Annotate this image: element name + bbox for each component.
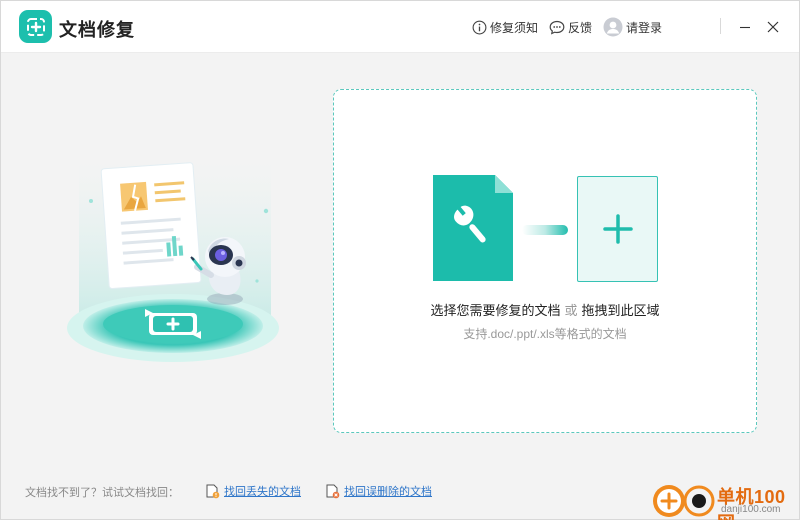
title-bar: 文档修复 修复须知 反馈 请登录: [1, 1, 799, 53]
recover-lost-docs-link[interactable]: 找回丢失的文档: [206, 482, 301, 500]
close-button[interactable]: [761, 15, 785, 39]
document-wrench-icon: [433, 175, 513, 286]
recover-lost-label: 找回丢失的文档: [224, 486, 301, 498]
app-window: 文档修复 修复须知 反馈 请登录 选择您需要修复的文档 或 拖拽到此区域 支持.…: [0, 0, 800, 520]
app-title: 文档修复: [59, 20, 135, 40]
watermark-logo-icon: [653, 485, 715, 517]
minimize-icon: [740, 26, 750, 29]
plus-icon: [602, 214, 633, 244]
feedback-label: 反馈: [568, 20, 593, 35]
feedback-button[interactable]: 反馈: [549, 17, 592, 37]
drag-arrow-icon: [522, 225, 568, 235]
deleted-document-icon: [326, 484, 340, 498]
info-icon: [472, 20, 487, 34]
lost-document-icon: [206, 484, 220, 498]
login-button[interactable]: 请登录: [603, 17, 662, 37]
close-icon: [767, 21, 779, 33]
feedback-icon: [549, 20, 565, 35]
titlebar-divider: [720, 18, 721, 34]
drag-here-text: 拖拽到此区域: [581, 303, 660, 318]
or-text: 或: [564, 303, 578, 318]
drop-instruction: 选择您需要修复的文档或拖拽到此区域: [334, 300, 756, 319]
select-file-text: 选择您需要修复的文档: [430, 303, 561, 318]
notice-label: 修复须知: [490, 20, 539, 35]
notice-button[interactable]: 修复须知: [472, 17, 538, 37]
app-logo-icon: [19, 10, 52, 43]
recover-deleted-label: 找回误删除的文档: [344, 486, 432, 498]
recovery-hint: 文档找不到了？试试文档找回：: [25, 487, 179, 499]
drop-target-box[interactable]: [577, 176, 658, 282]
user-avatar-icon: [603, 17, 623, 37]
login-label: 请登录: [626, 20, 663, 35]
supported-formats-text: 支持.doc/.ppt/.xls等格式的文档: [463, 327, 627, 341]
file-drop-zone[interactable]: 选择您需要修复的文档或拖拽到此区域 支持.doc/.ppt/.xls等格式的文档: [333, 89, 757, 433]
recover-deleted-docs-link[interactable]: 找回误删除的文档: [326, 482, 432, 500]
watermark-site: danji100.com: [721, 504, 781, 515]
minimize-button[interactable]: [733, 15, 757, 39]
robot-document-illustration: [61, 141, 291, 371]
site-watermark: 单机100网 danji100.com: [651, 477, 800, 520]
